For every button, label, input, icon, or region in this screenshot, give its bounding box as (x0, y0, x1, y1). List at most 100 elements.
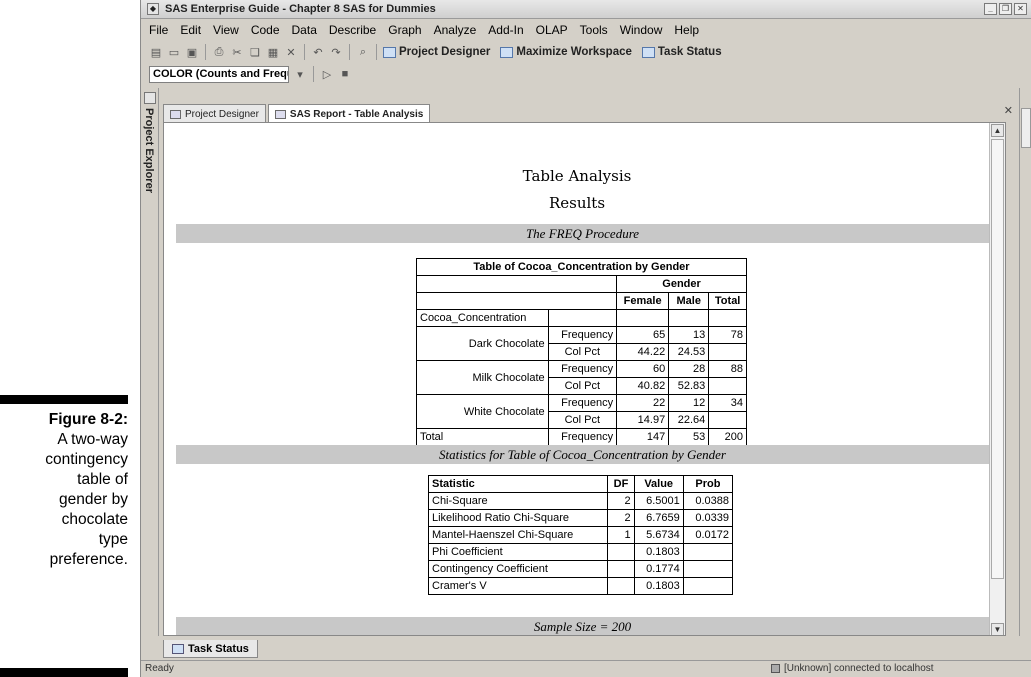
menu-edit[interactable]: Edit (180, 23, 201, 37)
table-cell (607, 560, 635, 578)
caption-line: chocolate (61, 511, 128, 528)
project-designer-button[interactable]: Project Designer (383, 46, 490, 58)
scroll-down-icon[interactable]: ▼ (991, 623, 1004, 635)
table-row: Mantel-Haenszel Chi-Square 1 5.6734 0.01… (427, 526, 734, 544)
scroll-thumb[interactable] (991, 139, 1004, 579)
table-cell (607, 577, 635, 595)
table-cell: 200 (708, 428, 747, 446)
close-tab-icon[interactable]: ✕ (1004, 104, 1013, 117)
print-icon[interactable]: ⎙ (212, 45, 226, 59)
table-cell: 44.22 (616, 343, 670, 361)
menu-describe[interactable]: Describe (329, 23, 376, 37)
stat-label: Frequency (547, 394, 618, 412)
tab-label: SAS Report - Table Analysis (289, 109, 424, 120)
new-icon[interactable]: ▤ (149, 45, 163, 59)
scroll-up-icon[interactable]: ▲ (991, 124, 1004, 137)
task-status-button[interactable]: Task Status (641, 46, 722, 58)
menu-bar: File Edit View Code Data Describe Graph … (141, 20, 1031, 40)
menu-add-in[interactable]: Add-In (488, 23, 523, 37)
active-data-combo[interactable]: COLOR (Counts and Frequen (149, 65, 289, 83)
secondary-toolbar: COLOR (Counts and Frequen ▾ ▷ ■ (145, 63, 1027, 85)
table-cell: 5.6734 (633, 526, 684, 544)
menu-analyze[interactable]: Analyze (434, 23, 477, 37)
report-subtitle: Results (548, 194, 606, 212)
report-title: Table Analysis (522, 167, 632, 185)
restore-icon[interactable]: ❐ (999, 3, 1012, 15)
find-icon[interactable]: ⌕ (356, 45, 370, 59)
table-row: Cramer's V 0.1803 (427, 577, 734, 595)
run-icon[interactable]: ▷ (320, 67, 334, 81)
table-cell (607, 543, 635, 561)
menu-graph[interactable]: Graph (388, 23, 421, 37)
table-cell: Contingency Coefficient (427, 560, 609, 578)
menu-view[interactable]: View (213, 23, 239, 37)
close-icon[interactable]: ✕ (1014, 3, 1027, 15)
task-list-panel[interactable] (1019, 88, 1031, 636)
maximize-workspace-label: Maximize Workspace (516, 46, 632, 58)
stat-label: Frequency (547, 360, 618, 378)
task-status-tab[interactable]: Task Status (163, 640, 258, 658)
undo-icon[interactable]: ↶ (311, 45, 325, 59)
menu-code[interactable]: Code (251, 23, 280, 37)
save-icon[interactable]: ▣ (185, 45, 199, 59)
delete-icon[interactable]: ✕ (284, 45, 298, 59)
redo-icon[interactable]: ↷ (329, 45, 343, 59)
minimize-icon[interactable]: _ (984, 3, 997, 15)
table-row: Likelihood Ratio Chi-Square 2 6.7659 0.0… (427, 509, 734, 527)
menu-file[interactable]: File (149, 23, 168, 37)
tab-project-designer[interactable]: Project Designer (163, 104, 266, 122)
task-status-label: Task Status (657, 46, 722, 58)
open-icon[interactable]: ▭ (167, 45, 181, 59)
table-cell: 22 (616, 394, 670, 412)
menu-data[interactable]: Data (292, 23, 317, 37)
task-status-tab-icon (172, 643, 184, 654)
row-label: Total (416, 428, 549, 446)
menu-olap[interactable]: OLAP (536, 23, 568, 37)
title-bar: ◆ SAS Enterprise Guide - Chapter 8 SAS f… (141, 0, 1031, 19)
menu-tools[interactable]: Tools (580, 23, 608, 37)
server-icon (771, 664, 780, 673)
caption-line: table of (77, 471, 128, 488)
menu-help[interactable]: Help (674, 23, 699, 37)
tab-label: Project Designer (185, 109, 259, 120)
table-cell: 40.82 (616, 377, 670, 395)
project-explorer-label: Project Explorer (143, 108, 155, 193)
copy-icon[interactable]: ❏ (248, 45, 262, 59)
paste-icon[interactable]: ▦ (266, 45, 280, 59)
table-row: Milk Chocolate Frequency 60 28 88 (416, 360, 747, 395)
vertical-scrollbar[interactable]: ▲ ▼ (989, 123, 1005, 635)
table-cell: 34 (708, 394, 747, 412)
table-cell: 0.1774 (633, 560, 684, 578)
table-cell (708, 377, 747, 395)
toolbar-separator (376, 44, 377, 60)
stop-icon[interactable]: ■ (338, 67, 352, 81)
row-label: White Chocolate (416, 394, 549, 429)
table-cell: 0.0339 (682, 509, 734, 527)
task-status-icon (641, 46, 655, 58)
table-cell: 1 (607, 526, 635, 544)
table-cell (682, 577, 734, 595)
table-cell: 65 (616, 326, 670, 344)
tab-sas-report[interactable]: SAS Report - Table Analysis (267, 104, 431, 122)
project-designer-label: Project Designer (399, 46, 491, 58)
app-window: ◆ SAS Enterprise Guide - Chapter 8 SAS f… (140, 0, 1031, 677)
table-cell: 12 (668, 394, 710, 412)
project-explorer-panel[interactable]: Project Explorer (141, 88, 159, 636)
table-cell: 0.0172 (682, 526, 734, 544)
table-row: White Chocolate Frequency 22 12 34 (416, 394, 747, 429)
table-cell (668, 309, 710, 327)
caption-line: type (98, 531, 128, 548)
table-cell: 6.5001 (633, 492, 684, 510)
maximize-workspace-button[interactable]: Maximize Workspace (500, 46, 632, 58)
task-list-tab[interactable] (1021, 108, 1031, 148)
caption-rule-bottom (0, 668, 128, 677)
table-cell (415, 292, 618, 310)
menu-window[interactable]: Window (620, 23, 663, 37)
column-header: DF (607, 475, 635, 493)
chevron-down-icon[interactable]: ▾ (293, 67, 307, 81)
table-cell: Chi-Square (427, 492, 609, 510)
cut-icon[interactable]: ✂ (230, 45, 244, 59)
table-cell: 22.64 (668, 411, 710, 429)
table-cell: 28 (668, 360, 710, 378)
caption-line: preference. (49, 551, 128, 568)
